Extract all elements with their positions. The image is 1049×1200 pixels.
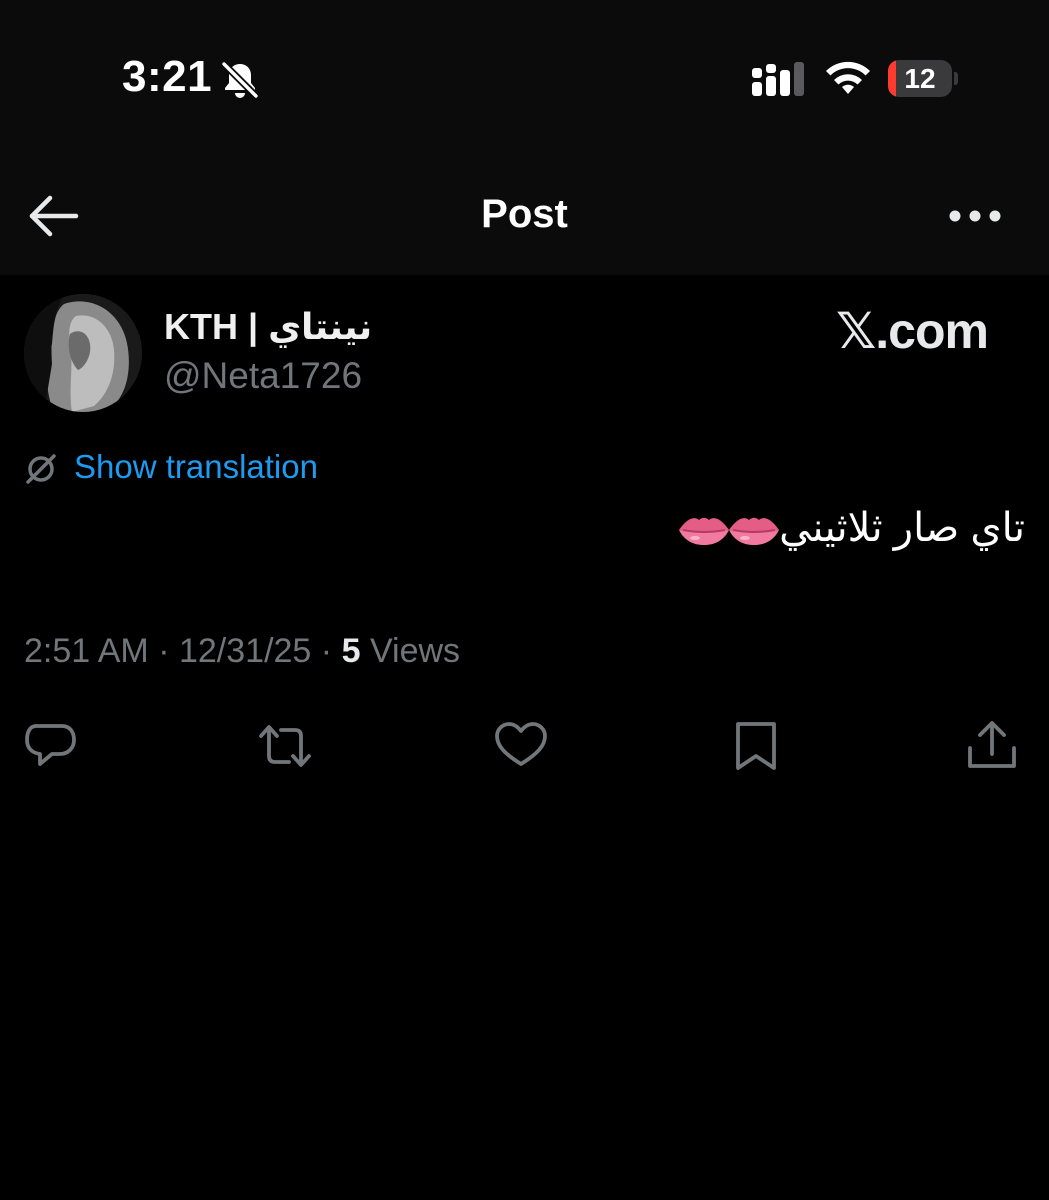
translate-globe-icon xyxy=(26,454,56,484)
page-title: Post xyxy=(481,192,568,236)
lips-icon xyxy=(729,518,780,546)
show-translation-link[interactable]: Show translation xyxy=(74,448,318,486)
battery-body: 12 xyxy=(888,60,952,97)
like-button[interactable] xyxy=(493,718,549,774)
avatar-photo xyxy=(24,294,142,412)
reply-icon xyxy=(25,724,76,766)
battery-cap xyxy=(954,72,958,85)
reply-button[interactable] xyxy=(22,718,78,774)
views-count[interactable]: 5 xyxy=(342,632,361,670)
bookmark-button[interactable] xyxy=(728,718,784,774)
battery-percent: 12 xyxy=(904,63,936,94)
battery-icon: 12 xyxy=(888,60,958,97)
share-button[interactable] xyxy=(964,718,1020,774)
views-label[interactable]: Views xyxy=(370,632,460,670)
display-name[interactable]: KTH | نينتاي xyxy=(164,306,372,348)
lips-icon xyxy=(679,518,730,546)
bell-slash-icon xyxy=(220,60,260,100)
user-handle[interactable]: @Neta1726 xyxy=(164,355,362,397)
wifi-icon xyxy=(826,61,870,94)
repost-button[interactable] xyxy=(257,718,313,774)
x-com-watermark: 𝕏.com xyxy=(836,303,989,359)
post-date: 12/31/25 xyxy=(178,632,312,670)
status-time: 3:21 xyxy=(122,52,213,101)
signal-icon xyxy=(752,62,804,96)
avatar[interactable] xyxy=(24,294,142,412)
post-text-content: تاي صار ثلاثيني xyxy=(779,506,1025,550)
like-icon xyxy=(495,722,547,766)
repost-icon xyxy=(259,725,311,767)
post-time: 2:51 AM xyxy=(24,632,149,670)
meta-separator: · xyxy=(320,632,333,670)
bookmark-icon xyxy=(736,722,776,770)
meta-separator: · xyxy=(158,632,170,670)
share-icon xyxy=(968,721,1016,768)
post-meta: 2:51 AM · 12/31/25 · 5 Views xyxy=(24,632,460,671)
ellipsis-icon[interactable] xyxy=(946,200,1004,232)
post-text: تاي صار ثلاثيني xyxy=(679,505,1025,551)
